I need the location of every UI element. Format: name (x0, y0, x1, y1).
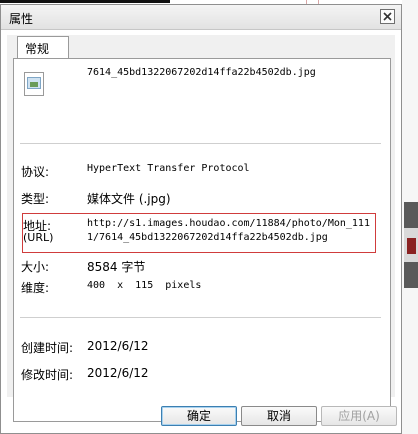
created-value: 2012/6/12 (87, 339, 149, 353)
type-label: 类型: (21, 192, 50, 206)
modified-label: 修改时间: (21, 368, 74, 382)
apply-button[interactable]: 应用(A) (321, 406, 397, 426)
address-value-line2[interactable]: 1/7614_45bd1322067202d14ffa22b4502db.jpg (87, 232, 328, 243)
file-name: 7614_45bd1322067202d14ffa22b4502db.jpg (87, 67, 316, 78)
tab-general[interactable]: 常规 (17, 36, 69, 58)
dialog-title: 属性 (9, 12, 34, 26)
cancel-button[interactable]: 取消 (241, 406, 317, 426)
close-icon (383, 12, 392, 21)
close-button[interactable] (380, 9, 395, 24)
address-label-sub: (URL) (23, 231, 54, 244)
ok-button[interactable]: 确定 (161, 406, 237, 426)
type-value: 媒体文件 (.jpg) (87, 192, 171, 206)
protocol-value: HyperText Transfer Protocol (87, 163, 250, 174)
divider (20, 143, 381, 144)
properties-dialog: 属性 常规 7614_45bd1322067202d14ffa22b4502db… (0, 4, 402, 434)
background-photo (404, 202, 418, 288)
image-file-icon (24, 72, 44, 96)
title-bar[interactable]: 属性 (1, 5, 401, 30)
size-value: 8584 字节 (87, 260, 146, 274)
size-label: 大小: (21, 260, 50, 274)
divider (20, 317, 381, 318)
address-value-line1[interactable]: http://s1.images.houdao.com/11884/photo/… (87, 218, 370, 229)
created-label: 创建时间: (21, 341, 74, 355)
background-page-bar (0, 0, 170, 3)
dimensions-value: 400 x 115 pixels (87, 280, 202, 291)
dimensions-label: 维度: (21, 281, 50, 295)
tab-general-label: 常规 (25, 42, 50, 56)
protocol-label: 协议: (21, 165, 50, 179)
modified-value: 2012/6/12 (87, 366, 149, 380)
